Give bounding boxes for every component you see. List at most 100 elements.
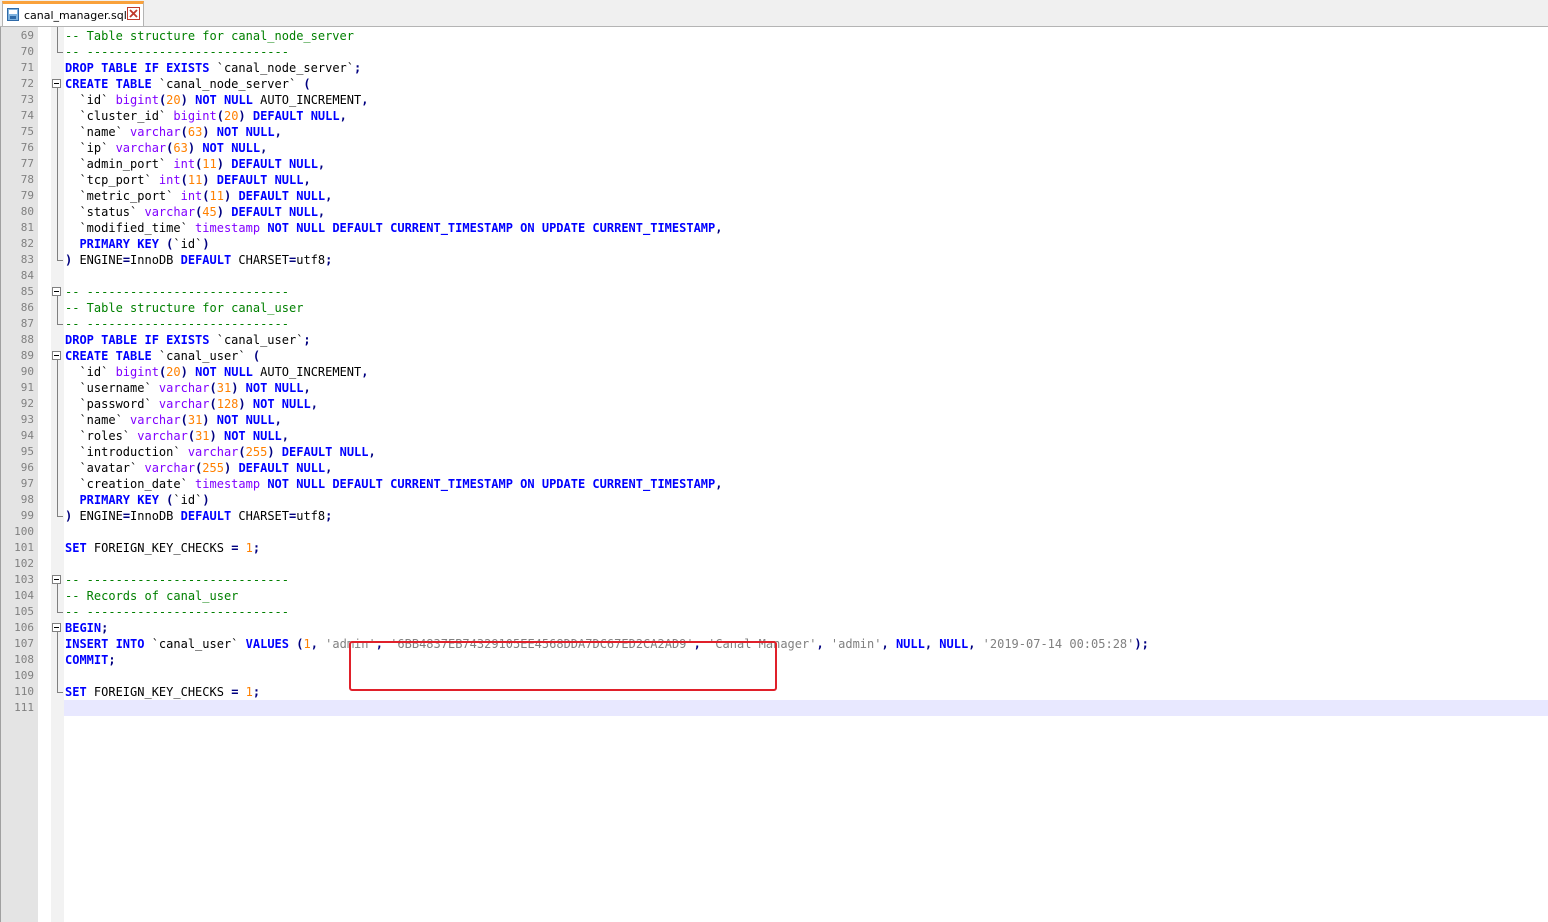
- code-token: NOT NULL: [216, 125, 275, 139]
- code-line[interactable]: `password` varchar(128) NOT NULL,: [65, 396, 317, 412]
- code-line[interactable]: `id` bigint(20) NOT NULL AUTO_INCREMENT,: [65, 364, 369, 380]
- code-token: ): [202, 237, 210, 251]
- code-token: ): [209, 429, 217, 443]
- code-token: ,: [310, 637, 326, 651]
- code-token: (: [180, 413, 188, 427]
- code-token: 1: [303, 637, 311, 651]
- code-token: `creation_date`: [65, 477, 196, 491]
- fold-end-marker: [57, 607, 63, 613]
- line-number: 99: [20, 509, 34, 522]
- code-token: DEFAULT: [180, 253, 232, 267]
- fold-toggle-icon[interactable]: [52, 79, 61, 88]
- annotation-highlight-box: [349, 641, 777, 691]
- code-line[interactable]: -- Records of canal_user: [65, 588, 238, 604]
- code-token: -- Table structure for canal_node_server: [65, 29, 354, 43]
- fold-line: [57, 360, 58, 516]
- code-token: ,: [317, 157, 326, 171]
- fold-line: [57, 88, 58, 260]
- code-line[interactable]: -- Table structure for canal_user: [65, 300, 303, 316]
- fold-toggle-icon[interactable]: [52, 623, 61, 632]
- code-line[interactable]: SET FOREIGN_KEY_CHECKS = 1;: [65, 540, 260, 556]
- code-token: CHARSET: [231, 253, 289, 267]
- code-token: NOT NULL: [245, 381, 304, 395]
- code-token: 20: [166, 93, 181, 107]
- code-token: ;: [354, 61, 362, 75]
- code-line[interactable]: `tcp_port` int(11) DEFAULT NULL,: [65, 172, 310, 188]
- code-line[interactable]: -- ----------------------------: [65, 316, 289, 332]
- code-token: =: [122, 509, 131, 523]
- line-number: 110: [14, 685, 34, 698]
- code-line[interactable]: `admin_port` int(11) DEFAULT NULL,: [65, 156, 325, 172]
- code-token: 1: [245, 541, 253, 555]
- code-token: ,: [361, 365, 369, 379]
- code-line[interactable]: CREATE TABLE `canal_node_server` (: [65, 76, 311, 92]
- code-line[interactable]: `name` varchar(63) NOT NULL,: [65, 124, 281, 140]
- code-line[interactable]: COMMIT;: [65, 652, 116, 668]
- code-line[interactable]: `cluster_id` bigint(20) DEFAULT NULL,: [65, 108, 346, 124]
- code-token: NULL: [939, 637, 969, 651]
- code-line[interactable]: `introduction` varchar(255) DEFAULT NULL…: [65, 444, 375, 460]
- code-token: -- ----------------------------: [65, 285, 289, 299]
- fold-toggle-icon[interactable]: [52, 351, 61, 360]
- code-token: ;: [325, 509, 333, 523]
- code-line[interactable]: `avatar` varchar(255) DEFAULT NULL,: [65, 460, 332, 476]
- line-number: 71: [20, 61, 34, 74]
- code-token: BEGIN: [65, 621, 102, 635]
- code-token: DEFAULT NULL: [238, 189, 326, 203]
- code-token: ): [238, 397, 246, 411]
- code-line[interactable]: `ip` varchar(63) NOT NULL,: [65, 140, 267, 156]
- code-line[interactable]: SET FOREIGN_KEY_CHECKS = 1;: [65, 684, 260, 700]
- code-token: 11: [209, 189, 224, 203]
- code-token: `metric_port`: [65, 189, 181, 203]
- tab-canal-manager-sql[interactable]: canal_manager.sql: [2, 1, 144, 26]
- line-number: 85: [20, 285, 34, 298]
- code-line[interactable]: -- ----------------------------: [65, 604, 289, 620]
- code-token: 20: [223, 109, 239, 123]
- code-line[interactable]: `creation_date` timestamp NOT NULL DEFAU…: [65, 476, 722, 492]
- fold-toggle-icon[interactable]: [52, 575, 61, 584]
- code-token: `ip`: [65, 141, 116, 155]
- line-number: 102: [14, 557, 34, 570]
- code-line[interactable]: `username` varchar(31) NOT NULL,: [65, 380, 310, 396]
- code-line[interactable]: `id` bigint(20) NOT NULL AUTO_INCREMENT,: [65, 92, 368, 108]
- line-number: 74: [20, 109, 34, 122]
- line-number: 104: [14, 589, 34, 602]
- code-line[interactable]: CREATE TABLE `canal_user` (: [65, 348, 260, 364]
- line-number: 87: [20, 317, 34, 330]
- code-line[interactable]: -- ----------------------------: [65, 572, 289, 588]
- line-number: 69: [20, 29, 34, 42]
- code-line[interactable]: `roles` varchar(31) NOT NULL,: [65, 428, 289, 444]
- code-line[interactable]: -- ----------------------------: [65, 44, 289, 60]
- code-line[interactable]: `name` varchar(31) NOT NULL,: [65, 412, 281, 428]
- code-line[interactable]: `status` varchar(45) DEFAULT NULL,: [65, 204, 325, 220]
- code-line[interactable]: PRIMARY KEY (`id`): [65, 236, 210, 252]
- code-line[interactable]: -- ----------------------------: [65, 284, 289, 300]
- fold-end-marker: [57, 687, 63, 693]
- code-token: `canal_user`: [209, 333, 304, 347]
- code-line[interactable]: DROP TABLE IF EXISTS `canal_user`;: [65, 332, 311, 348]
- line-number: 101: [14, 541, 34, 554]
- code-token: (: [202, 189, 210, 203]
- code-line[interactable]: `modified_time` timestamp NOT NULL DEFAU…: [65, 220, 722, 236]
- code-token: VALUES: [245, 637, 289, 651]
- line-number: 93: [20, 413, 34, 426]
- code-token: AUTO_INCREMENT: [252, 365, 362, 379]
- code-line[interactable]: ) ENGINE=InnoDB DEFAULT CHARSET=utf8;: [65, 508, 332, 524]
- code-line[interactable]: `metric_port` int(11) DEFAULT NULL,: [65, 188, 332, 204]
- code-token: bigint: [115, 93, 159, 107]
- code-token: ,: [281, 429, 290, 443]
- code-line[interactable]: PRIMARY KEY (`id`): [65, 492, 209, 508]
- code-token: `tcp_port`: [65, 173, 159, 187]
- code-token: -- ----------------------------: [65, 605, 289, 619]
- code-line[interactable]: -- Table structure for canal_node_server: [65, 28, 354, 44]
- code-line[interactable]: ) ENGINE=InnoDB DEFAULT CHARSET=utf8;: [65, 252, 332, 268]
- code-editor[interactable]: 69 -- Table structure for canal_node_serv…: [0, 27, 1548, 922]
- code-token: 63: [187, 125, 203, 139]
- fold-toggle-icon[interactable]: [52, 287, 61, 296]
- close-icon[interactable]: [127, 7, 140, 20]
- code-line[interactable]: DROP TABLE IF EXISTS `canal_node_server`…: [65, 60, 361, 76]
- code-line[interactable]: BEGIN;: [65, 620, 108, 636]
